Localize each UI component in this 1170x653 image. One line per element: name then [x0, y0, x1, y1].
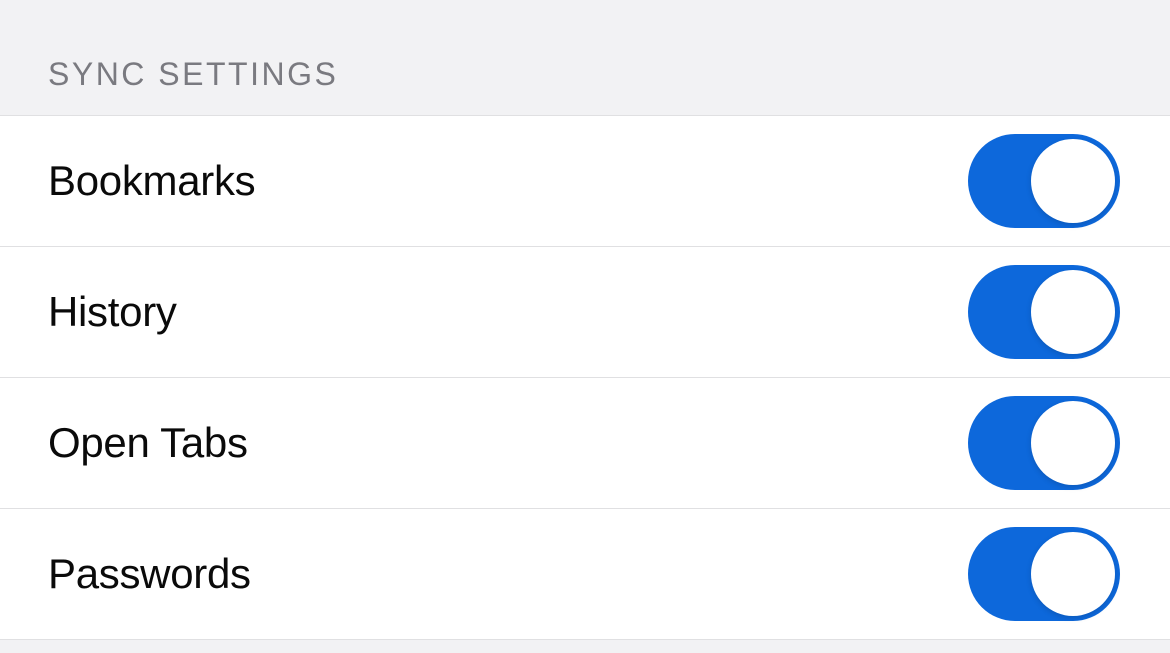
toggle-open-tabs[interactable] [968, 396, 1120, 490]
setting-row-bookmarks: Bookmarks [0, 116, 1170, 247]
setting-row-open-tabs: Open Tabs [0, 378, 1170, 509]
section-header-sync-settings: SYNC SETTINGS [0, 0, 1170, 115]
setting-label-passwords: Passwords [48, 550, 251, 598]
toggle-knob-icon [1031, 401, 1115, 485]
toggle-history[interactable] [968, 265, 1120, 359]
setting-label-bookmarks: Bookmarks [48, 157, 255, 205]
toggle-passwords[interactable] [968, 527, 1120, 621]
setting-row-history: History [0, 247, 1170, 378]
toggle-knob-icon [1031, 532, 1115, 616]
toggle-bookmarks[interactable] [968, 134, 1120, 228]
toggle-knob-icon [1031, 139, 1115, 223]
setting-label-open-tabs: Open Tabs [48, 419, 248, 467]
setting-label-history: History [48, 288, 177, 336]
setting-row-passwords: Passwords [0, 509, 1170, 640]
toggle-knob-icon [1031, 270, 1115, 354]
sync-settings-list: Bookmarks History Open Tabs Passwords [0, 115, 1170, 640]
